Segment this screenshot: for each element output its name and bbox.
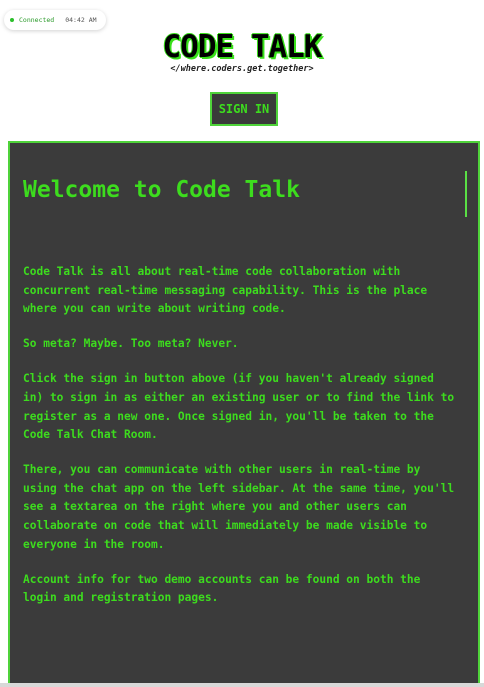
logo-tagline: </where.coders.get.together>: [170, 64, 314, 74]
paragraph-meta: So meta? Maybe. Too meta? Never.: [23, 337, 239, 351]
page-title: Welcome to Code Talk: [23, 177, 300, 203]
panel-divider: [465, 171, 467, 217]
welcome-text: Code Talk is all about real-time code co…: [23, 263, 459, 624]
connection-status-badge: Connected 04:42 AM: [4, 10, 106, 30]
paragraph-demo-accounts: Account info for two demo accounts can b…: [23, 572, 421, 605]
paragraph-intro: Code Talk is all about real-time code co…: [23, 265, 428, 316]
logo-title: CODE TALK: [162, 29, 323, 65]
paragraph-sign-in: Click the sign in button above (if you h…: [23, 372, 455, 442]
welcome-panel: Welcome to Code Talk Code Talk is all ab…: [8, 141, 480, 687]
status-time: 04:42 AM: [65, 16, 97, 24]
sign-in-button[interactable]: SIGN IN: [210, 92, 278, 126]
status-dot-icon: [10, 18, 14, 22]
paragraph-chat-room: There, you can communicate with other us…: [23, 463, 455, 551]
status-label: Connected: [19, 16, 55, 24]
bottom-scrollbar[interactable]: [0, 683, 484, 687]
site-logo[interactable]: CODE TALK </where.coders.get.together>: [0, 30, 484, 74]
